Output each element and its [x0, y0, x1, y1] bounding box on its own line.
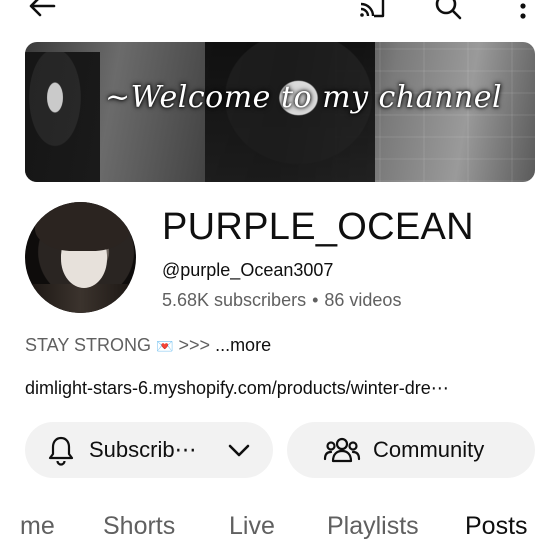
channel-tabs: me Shorts Live Playlists Posts [0, 508, 560, 560]
channel-banner: ~Welcome to my channel [25, 42, 535, 182]
description-suffix: >>> [178, 335, 211, 355]
channel-external-link[interactable]: dimlight-stars-6.myshopify.com/products/… [25, 378, 535, 399]
community-label: Community [373, 437, 485, 462]
channel-stats: 5.68K subscribers • 86 videos [162, 290, 401, 311]
love-letter-emoji: 💌 [156, 338, 174, 354]
community-button[interactable]: Community [287, 422, 535, 478]
avatar-coat [25, 284, 136, 313]
chevron-down-icon[interactable] [227, 440, 251, 460]
tab-playlists[interactable]: Playlists [327, 512, 419, 541]
bell-icon [48, 436, 74, 466]
tab-home[interactable]: me [20, 512, 55, 541]
banner-welcome-text: ~Welcome to my channel [105, 80, 503, 115]
community-people-icon [323, 437, 361, 463]
back-arrow-icon [29, 0, 56, 17]
tab-live[interactable]: Live [229, 512, 275, 541]
subscribe-label: Subscrib⋯ [89, 437, 197, 462]
tab-posts[interactable]: Posts [465, 512, 528, 541]
channel-handle: @purple_Ocean3007 [162, 260, 334, 280]
channel-avatar[interactable] [25, 202, 136, 313]
top-app-bar [0, 0, 560, 30]
search-button[interactable] [428, 0, 468, 26]
subscriber-count: 5.68K subscribers [162, 290, 307, 310]
banner-figure-left [25, 52, 100, 182]
stats-separator: • [312, 290, 319, 310]
search-icon [435, 0, 462, 20]
subscribe-button[interactable]: Subscrib⋯ [25, 422, 273, 478]
more-options-button[interactable] [506, 0, 540, 26]
avatar-hair [35, 202, 130, 251]
back-button[interactable] [22, 0, 62, 26]
cast-icon [360, 0, 385, 18]
more-vertical-icon [520, 3, 526, 19]
channel-name: PURPLE_OCEAN [162, 206, 474, 248]
video-count: 86 videos [324, 290, 402, 310]
channel-description[interactable]: STAY STRONG 💌 >>> ...more [25, 335, 271, 356]
cast-button[interactable] [352, 0, 392, 26]
description-more-link[interactable]: ...more [215, 335, 271, 355]
description-text: STAY STRONG [25, 335, 152, 355]
tab-shorts[interactable]: Shorts [103, 512, 175, 541]
